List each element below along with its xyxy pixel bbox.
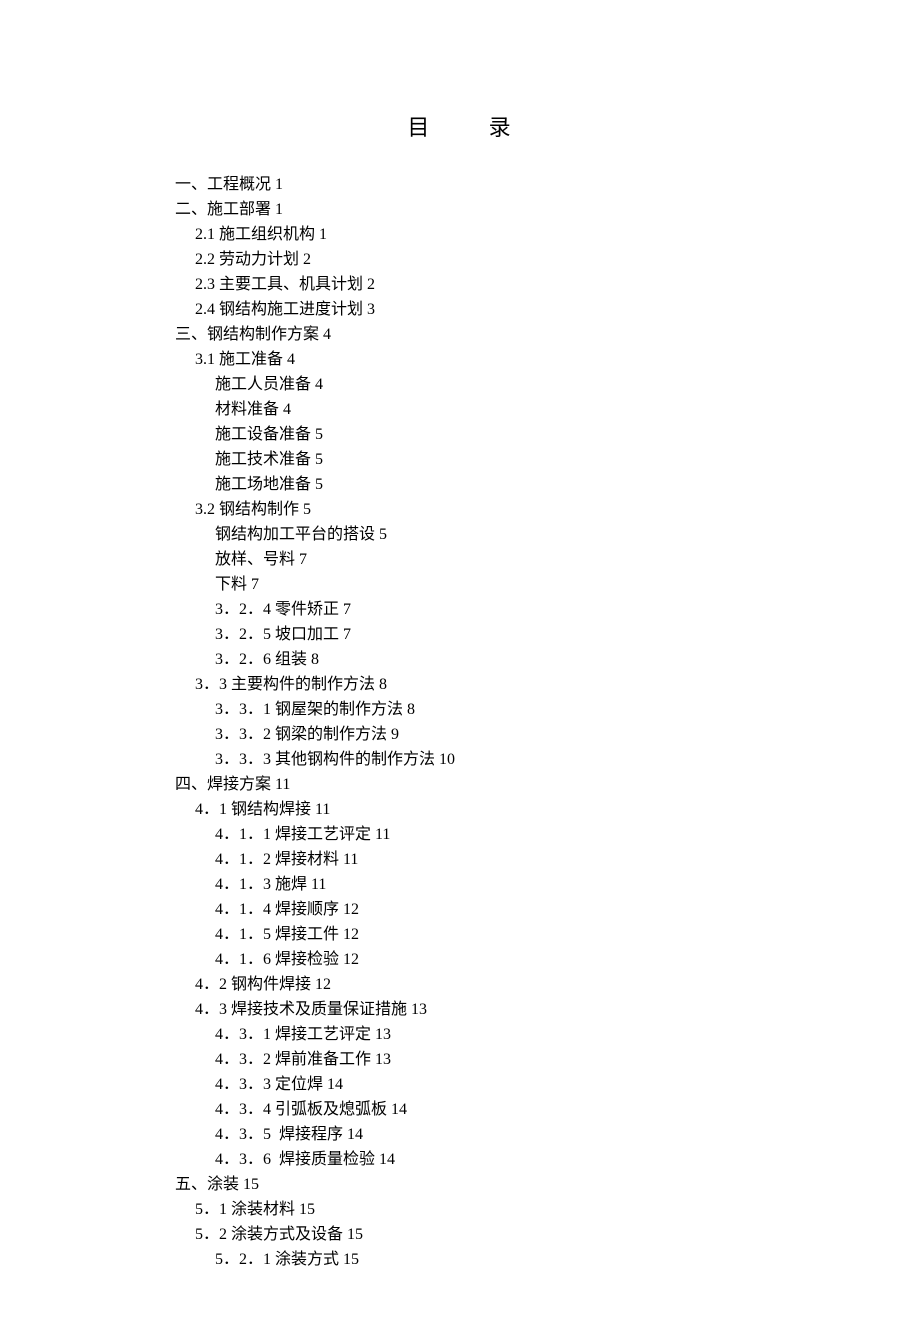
- toc-entry: 4．3．2 焊前准备工作 13: [215, 1047, 745, 1072]
- toc-entry: 4．1 钢结构焊接 11: [195, 797, 745, 822]
- toc-entry: 4．3．4 引弧板及熄弧板 14: [215, 1097, 745, 1122]
- toc-entry: 4．3．1 焊接工艺评定 13: [215, 1022, 745, 1047]
- title-char-1: 目: [407, 115, 431, 140]
- toc-entry: 4．3．3 定位焊 14: [215, 1072, 745, 1097]
- toc-entry: 施工设备准备 5: [215, 422, 745, 447]
- toc-entry: 3．2．4 零件矫正 7: [215, 597, 745, 622]
- toc-entry: 施工技术准备 5: [215, 447, 745, 472]
- toc-entry: 2.2 劳动力计划 2: [195, 247, 745, 272]
- title-char-2: 录: [489, 115, 513, 140]
- toc-entry: 5．2．1 涂装方式 15: [215, 1247, 745, 1272]
- toc-entry: 施工场地准备 5: [215, 472, 745, 497]
- toc-entry: 3.1 施工准备 4: [195, 347, 745, 372]
- toc-entry: 四、焊接方案 11: [175, 772, 745, 797]
- toc-entry: 3．3．3 其他钢构件的制作方法 10: [215, 747, 745, 772]
- page-title: 目录: [175, 110, 745, 142]
- toc-entry: 4．1．1 焊接工艺评定 11: [215, 822, 745, 847]
- toc-entry: 材料准备 4: [215, 397, 745, 422]
- toc-entry: 4．3 焊接技术及质量保证措施 13: [195, 997, 745, 1022]
- toc-entry: 2.4 钢结构施工进度计划 3: [195, 297, 745, 322]
- toc-entry: 5．1 涂装材料 15: [195, 1197, 745, 1222]
- toc-entry: 3.2 钢结构制作 5: [195, 497, 745, 522]
- toc-entry: 一、工程概况 1: [175, 172, 745, 197]
- toc-entry: 三、钢结构制作方案 4: [175, 322, 745, 347]
- toc-entry: 3．3．1 钢屋架的制作方法 8: [215, 697, 745, 722]
- toc-entry: 二、施工部署 1: [175, 197, 745, 222]
- toc-entry: 5．2 涂装方式及设备 15: [195, 1222, 745, 1247]
- toc-entry: 五、涂装 15: [175, 1172, 745, 1197]
- toc-entry: 4．1．5 焊接工件 12: [215, 922, 745, 947]
- toc-entry: 2.1 施工组织机构 1: [195, 222, 745, 247]
- toc-entry: 4．1．2 焊接材料 11: [215, 847, 745, 872]
- toc-entry: 钢结构加工平台的搭设 5: [215, 522, 745, 547]
- toc-entry: 放样、号料 7: [215, 547, 745, 572]
- document-page: 目录 一、工程概况 1二、施工部署 12.1 施工组织机构 12.2 劳动力计划…: [0, 0, 920, 1332]
- toc-entry: 2.3 主要工具、机具计划 2: [195, 272, 745, 297]
- toc-entry: 3．3 主要构件的制作方法 8: [195, 672, 745, 697]
- toc-entry: 4．1．4 焊接顺序 12: [215, 897, 745, 922]
- toc-entry: 3．2．5 坡口加工 7: [215, 622, 745, 647]
- toc-entry: 4．2 钢构件焊接 12: [195, 972, 745, 997]
- toc-entry: 下料 7: [215, 572, 745, 597]
- toc-entry: 4．1．3 施焊 11: [215, 872, 745, 897]
- toc-entry: 4．3．6 焊接质量检验 14: [215, 1147, 745, 1172]
- toc-entry: 3．2．6 组装 8: [215, 647, 745, 672]
- toc-entry: 4．1．6 焊接检验 12: [215, 947, 745, 972]
- toc-entry: 4．3．5 焊接程序 14: [215, 1122, 745, 1147]
- toc-entry: 3．3．2 钢梁的制作方法 9: [215, 722, 745, 747]
- table-of-contents: 一、工程概况 1二、施工部署 12.1 施工组织机构 12.2 劳动力计划 22…: [175, 172, 745, 1272]
- toc-entry: 施工人员准备 4: [215, 372, 745, 397]
